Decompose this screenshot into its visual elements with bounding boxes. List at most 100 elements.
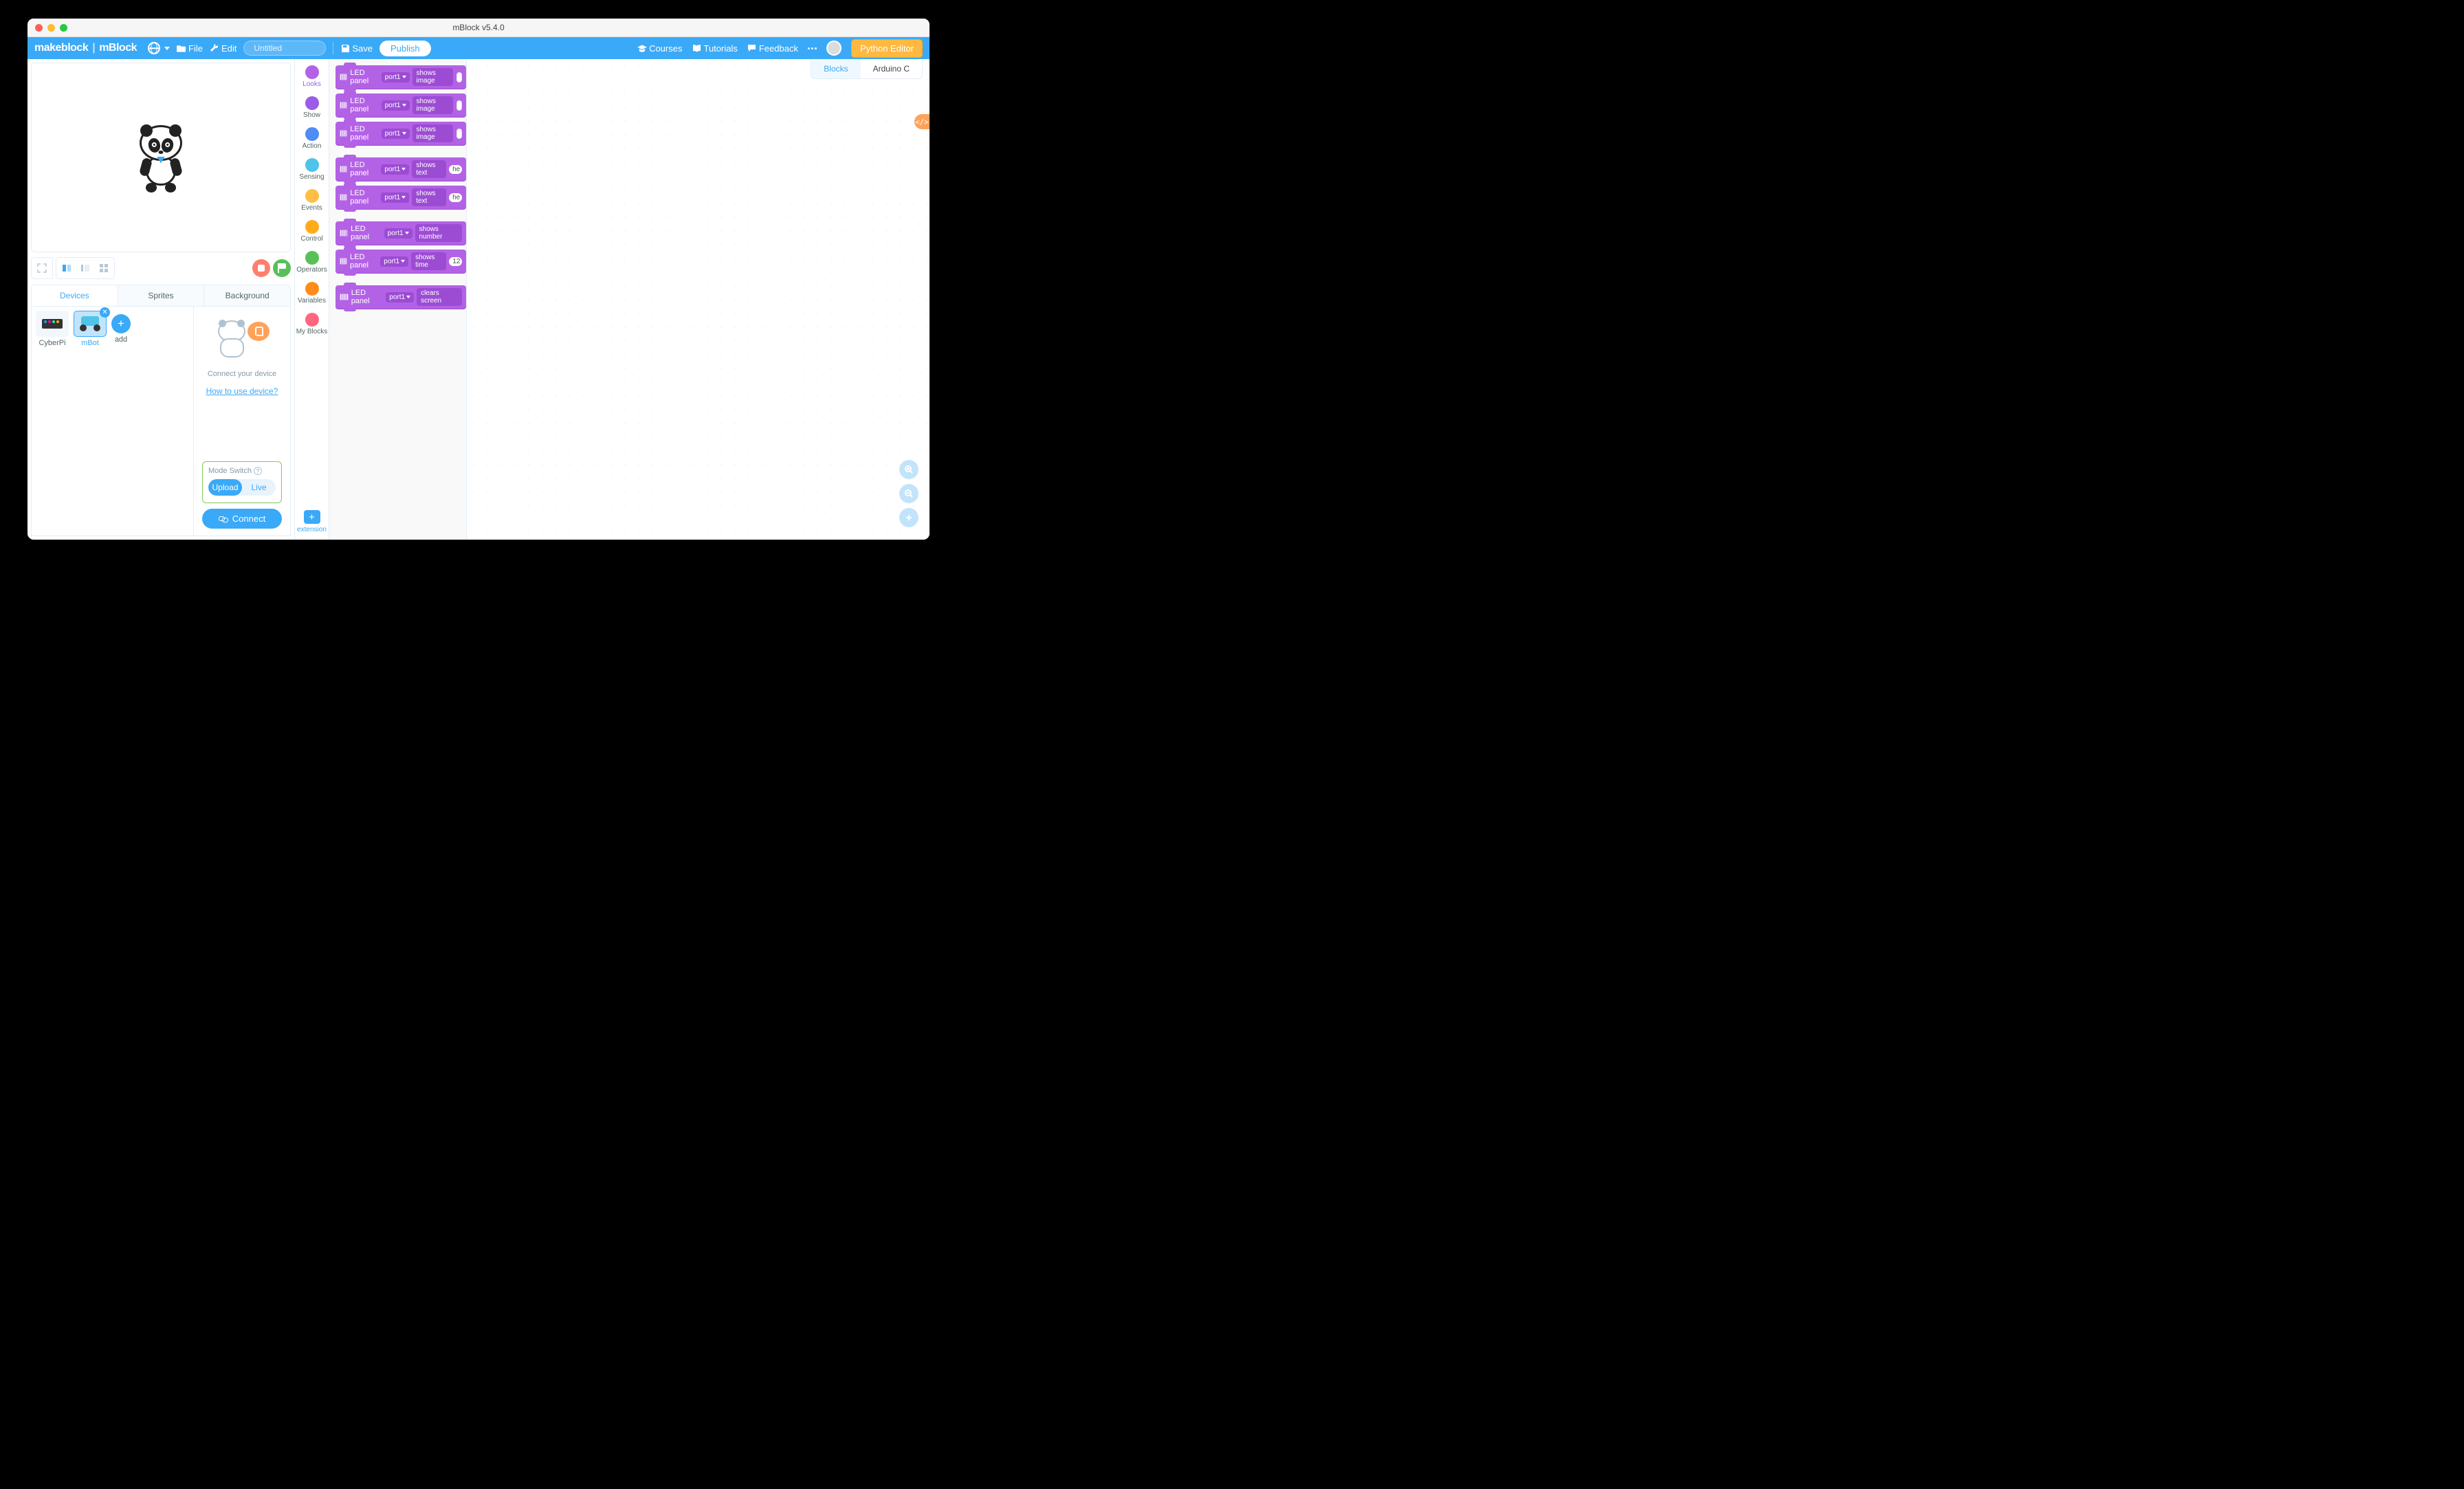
feedback-link[interactable]: Feedback xyxy=(747,43,798,54)
panda-sprite[interactable] xyxy=(137,125,185,190)
fullscreen-button[interactable] xyxy=(34,260,50,276)
block-led-panel[interactable]: LED panel port1 shows image xyxy=(336,65,466,89)
go-button[interactable] xyxy=(273,259,291,277)
led-panel-icon xyxy=(340,102,347,109)
close-icon[interactable] xyxy=(35,24,43,32)
maximize-icon[interactable] xyxy=(60,24,67,32)
port-dropdown[interactable]: port1 xyxy=(381,192,409,203)
block-led-panel[interactable]: LED panel port1 clears screen xyxy=(336,285,466,309)
category-action[interactable]: Action xyxy=(296,127,328,150)
connect-prompt: Connect your device xyxy=(208,370,276,378)
block-led-panel[interactable]: LED panel port1 shows image xyxy=(336,93,466,117)
help-icon[interactable]: ? xyxy=(254,467,262,475)
category-show[interactable]: Show xyxy=(296,96,328,119)
add-device-button[interactable]: + add xyxy=(111,311,131,344)
device-mbot[interactable]: ✕ mBot xyxy=(74,311,107,347)
category-sensing[interactable]: Sensing xyxy=(296,158,328,181)
layout-grid-button[interactable] xyxy=(96,260,112,276)
port-dropdown[interactable]: port1 xyxy=(382,129,410,139)
extension-label: extension xyxy=(297,526,327,533)
topbar: makeblock | mBlock File Edit Untitled Sa… xyxy=(28,37,930,59)
led-panel-icon xyxy=(340,130,347,137)
mode-live[interactable]: Live xyxy=(242,479,276,496)
port-dropdown[interactable]: port1 xyxy=(382,100,410,111)
devices-panel: CyberPi ✕ mBot + add xyxy=(31,307,291,536)
port-dropdown[interactable]: port1 xyxy=(384,228,412,239)
zoom-controls xyxy=(899,460,918,527)
category-looks[interactable]: Looks xyxy=(296,65,328,88)
connect-button[interactable]: Connect xyxy=(202,509,282,529)
mbot-icon xyxy=(80,316,100,331)
block-led-panel[interactable]: LED panel port1 shows texthe xyxy=(336,186,466,209)
how-to-link[interactable]: How to use device? xyxy=(206,386,278,396)
led-panel-icon xyxy=(340,294,349,300)
tab-devices[interactable]: Devices xyxy=(32,285,118,306)
port-dropdown[interactable]: port1 xyxy=(382,72,410,82)
led-panel-icon xyxy=(340,230,348,236)
courses-link[interactable]: Courses xyxy=(637,43,682,54)
user-avatar[interactable] xyxy=(826,41,842,56)
edit-menu[interactable]: Edit xyxy=(210,43,236,54)
category-operators[interactable]: Operators xyxy=(296,251,328,274)
minimize-icon[interactable] xyxy=(47,24,55,32)
block-led-panel[interactable]: LED panel port1 shows texthe xyxy=(336,157,466,181)
scripting-canvas[interactable]: Blocks Arduino C </> xyxy=(467,59,930,540)
category-variables[interactable]: Variables xyxy=(296,282,328,305)
category-dot-icon xyxy=(305,65,319,79)
device-cyberpi[interactable]: CyberPi xyxy=(36,311,69,347)
block-led-panel[interactable]: LED panel port1 shows number xyxy=(336,221,466,245)
tab-arduino-c[interactable]: Arduino C xyxy=(861,59,922,78)
category-dot-icon xyxy=(305,282,319,296)
led-panel-icon xyxy=(340,166,347,173)
remove-device-button[interactable]: ✕ xyxy=(100,307,110,318)
port-dropdown[interactable]: port1 xyxy=(381,164,409,175)
tab-sprites[interactable]: Sprites xyxy=(118,285,205,306)
language-icon[interactable] xyxy=(148,42,160,54)
graduation-icon xyxy=(637,43,647,53)
port-dropdown[interactable]: port1 xyxy=(380,256,408,267)
plus-icon: + xyxy=(111,314,131,333)
category-dot-icon xyxy=(305,313,319,327)
mode-switch[interactable]: Upload Live xyxy=(208,479,276,496)
category-control[interactable]: Control xyxy=(296,220,328,243)
category-dot-icon xyxy=(305,251,319,265)
save-button[interactable]: Save xyxy=(340,43,373,54)
mode-upload[interactable]: Upload xyxy=(208,479,242,496)
code-toggle-button[interactable]: </> xyxy=(914,114,930,129)
extension-button[interactable]: + xyxy=(304,510,320,524)
block-led-panel[interactable]: LED panel port1 shows time12 xyxy=(336,250,466,273)
category-my-blocks[interactable]: My Blocks xyxy=(296,313,328,335)
chat-icon xyxy=(747,43,757,53)
window-title: mBlock v5.4.0 xyxy=(452,23,504,32)
save-icon xyxy=(340,43,350,53)
led-panel-icon xyxy=(340,194,347,201)
zoom-in-button[interactable] xyxy=(899,460,918,479)
blocks-palette: LED panel port1 shows image LED panel po… xyxy=(329,59,467,540)
publish-button[interactable]: Publish xyxy=(380,41,431,56)
stop-button[interactable] xyxy=(252,259,270,277)
led-panel-icon xyxy=(340,74,347,80)
category-dot-icon xyxy=(305,220,319,234)
stage[interactable] xyxy=(31,63,291,252)
layout-side-button[interactable] xyxy=(77,260,94,276)
mode-switch-box: Mode Switch ? Upload Live xyxy=(202,461,282,503)
device-list: CyberPi ✕ mBot + add xyxy=(32,307,193,536)
tutorials-link[interactable]: Tutorials xyxy=(692,43,737,54)
zoom-out-button[interactable] xyxy=(899,484,918,503)
more-icon[interactable] xyxy=(808,47,817,49)
file-menu[interactable]: File xyxy=(177,43,203,54)
project-name-input[interactable]: Untitled xyxy=(243,41,326,56)
block-led-panel[interactable]: LED panel port1 shows image xyxy=(336,122,466,145)
tab-background[interactable]: Background xyxy=(204,285,290,306)
brand-logo: makeblock | mBlock xyxy=(34,42,137,54)
port-dropdown[interactable]: port1 xyxy=(386,292,414,302)
layout-split-button[interactable] xyxy=(58,260,75,276)
tab-blocks[interactable]: Blocks xyxy=(811,59,860,78)
device-connect-panel: Connect your device How to use device? M… xyxy=(193,307,290,536)
link-icon xyxy=(219,514,228,524)
code-tabs: Blocks Arduino C xyxy=(811,59,923,79)
python-editor-button[interactable]: Python Editor xyxy=(851,39,923,58)
recenter-button[interactable] xyxy=(899,508,918,527)
category-events[interactable]: Events xyxy=(296,189,328,212)
category-dot-icon xyxy=(305,158,319,172)
